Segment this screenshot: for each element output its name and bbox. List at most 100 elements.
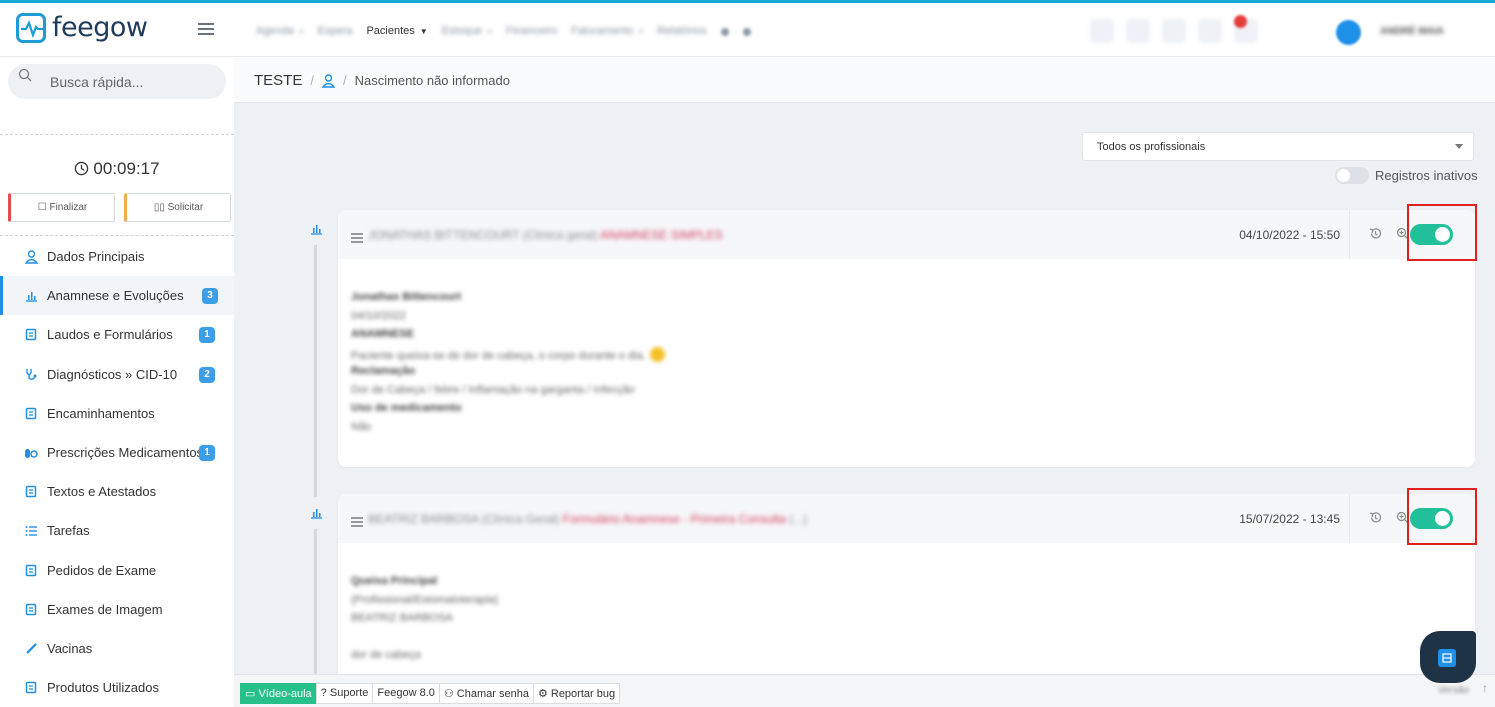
sidebar-item-produtos-utilizados[interactable]: Produtos Utilizados	[0, 668, 234, 707]
chamar-senha-button[interactable]: ⚇ Chamar senha	[438, 683, 534, 704]
tasks-icon	[24, 524, 38, 538]
finalizar-button[interactable]: ☐ Finalizar	[8, 193, 115, 222]
nav-item-5[interactable]: Faturamento ≡	[571, 25, 643, 37]
sidebar-item-vacinas[interactable]: Vacinas	[0, 629, 234, 668]
nav-item-2[interactable]: Pacientes ▼	[366, 25, 427, 37]
count-badge: 2	[199, 366, 215, 383]
settings-icon[interactable]	[720, 28, 729, 36]
reportar-bug-button[interactable]: ⚙ Reportar bug	[532, 683, 621, 704]
record-body-text: Jonathas Bittencourt	[351, 291, 462, 303]
footer-version-link[interactable]: Versão	[1438, 685, 1469, 696]
patient-menu: Dados Principais Anamnese e Evoluções 3 Lau…	[0, 237, 234, 707]
record-body-text: 04/10/2022	[351, 309, 407, 322]
timeline-line	[314, 228, 317, 678]
breadcrumb: TESTE / / Nascimento não informado	[234, 57, 1495, 103]
sidebar-item-pedidos-de-exame[interactable]: Pedidos de Exame	[0, 551, 234, 590]
professional-select-value: Todos os profissionais	[1097, 141, 1206, 153]
search-icon	[18, 68, 32, 82]
sidebar-item-exames-de-imagem[interactable]: Exames de Imagem	[0, 590, 234, 629]
session-timer: 00:09:17	[0, 159, 234, 179]
footer-button-label: Vídeo-aula	[258, 688, 312, 700]
professional-select[interactable]: Todos os profissionais	[1082, 132, 1474, 161]
nav-item-6[interactable]: Relatórios	[657, 25, 707, 37]
record-body-line	[351, 631, 1462, 650]
record-body-line: 04/10/2022	[351, 310, 1462, 329]
record-body-line: Queixa Principal	[351, 575, 1462, 594]
video-aula-button[interactable]: ▭ Vídeo-aula	[240, 683, 317, 704]
search-input[interactable]: Busca rápida...	[8, 64, 226, 99]
sidebar-item-anamnese-e-evolu-es[interactable]: Anamnese e Evoluções 3	[0, 276, 234, 316]
record-body-line: Paciente queixa-se de dor de cabeça, o c…	[351, 346, 1462, 366]
avatar[interactable]	[1336, 20, 1361, 45]
record-body-text: (Profissional/Estomatoterapia)	[351, 593, 499, 606]
sidebar-item-dados-principais[interactable]: Dados Principais	[0, 237, 234, 276]
record-body-text: BEATRIZ BARBOSA	[351, 612, 453, 624]
user-icon[interactable]	[321, 73, 335, 88]
version-button[interactable]: Feegow 8.0	[372, 683, 440, 704]
scroll-top-icon[interactable]: ↑	[1482, 681, 1488, 695]
chat-icon	[1438, 649, 1456, 667]
feegow-logo[interactable]: feegow	[16, 12, 148, 43]
notification-badge	[1234, 15, 1247, 28]
footer-icon: ⚙	[537, 688, 551, 700]
box-icon	[24, 681, 38, 695]
menu-lines-icon[interactable]	[351, 514, 363, 532]
record-card: JONATHAS BITTENCOURT (Clínica geral) ANA…	[338, 204, 1477, 467]
nav-item-3[interactable]: Estoque ≡	[442, 25, 492, 37]
nav-item-label: Pacientes	[366, 25, 415, 37]
notifications-icon[interactable]	[1198, 19, 1222, 43]
suporte-button[interactable]: ? Suporte	[315, 683, 374, 704]
chevron-down-icon: ▼	[419, 27, 428, 36]
toolbar-icon-1[interactable]	[1090, 19, 1114, 43]
finalizar-label: Finalizar	[49, 202, 88, 213]
solicitar-label: Solicitar	[167, 202, 204, 213]
history-icon[interactable]	[1369, 511, 1382, 529]
chevron-down-icon: ≡	[638, 27, 644, 36]
sidebar-item-prescri-es-medicamentos[interactable]: Prescrições Medicamentos 1	[0, 433, 234, 472]
nav-item-label: Relatórios	[657, 25, 707, 37]
sidebar-item-textos-e-atestados[interactable]: Textos e Atestados	[0, 472, 234, 511]
record-title: BEATRIZ BARBOSA (Clínica Geral) Formulár…	[368, 512, 807, 526]
toolbar-icon-3[interactable]	[1162, 19, 1186, 43]
record-form-extra: (...)	[789, 512, 808, 526]
nav-item-0[interactable]: Agenda ≡	[256, 25, 304, 37]
more-icon[interactable]	[742, 28, 751, 36]
record-body-line: BEATRIZ BARBOSA	[351, 612, 1462, 631]
sidebar-item-laudos-e-formul-rios[interactable]: Laudos e Formulários 1	[0, 315, 234, 354]
nav-item-4[interactable]: Financeiro	[506, 25, 557, 37]
record-body-line: Jonathas Bittencourt	[351, 291, 1462, 310]
logo-heartbeat-icon	[16, 12, 46, 43]
sidebar-item-diagn-sticos-cid-10[interactable]: Diagnósticos » CID-10 2	[0, 355, 234, 394]
footer-icon: ▭	[245, 688, 259, 700]
pills-icon	[24, 446, 38, 460]
sidebar-item-tarefas[interactable]: Tarefas	[0, 511, 234, 550]
chevron-down-icon: ≡	[487, 27, 492, 36]
inactive-records-toggle[interactable]	[1335, 167, 1369, 184]
emoji-icon	[649, 346, 665, 362]
chat-widget-button[interactable]	[1420, 631, 1476, 683]
logo-text: feegow	[52, 12, 148, 43]
sidebar-item-encaminhamentos[interactable]: Encaminhamentos	[0, 394, 234, 433]
user-name[interactable]: ANDRÉ MAIA	[1380, 26, 1444, 37]
record-specialty: (Clínica Geral)	[481, 512, 560, 526]
solicitar-button[interactable]: ▯▯ Solicitar	[124, 193, 231, 222]
timeline-chart-icon	[300, 497, 332, 529]
certificate-icon	[24, 485, 38, 499]
image-exam-icon	[24, 602, 38, 616]
record-card: BEATRIZ BARBOSA (Clínica Geral) Formulár…	[338, 488, 1477, 684]
history-icon[interactable]	[1369, 227, 1382, 245]
record-body-text: Uso de medicamento	[351, 402, 462, 414]
toolbar-icon-2[interactable]	[1126, 19, 1150, 43]
sidebar-item-label: Diagnósticos » CID-10	[47, 366, 178, 382]
menu-toggle-icon[interactable]	[198, 23, 214, 36]
patient-name[interactable]: TESTE	[254, 72, 302, 89]
record-body-text: dor de cabeça	[351, 649, 421, 661]
highlight-box	[1407, 204, 1477, 261]
menu-lines-icon[interactable]	[351, 230, 363, 248]
record-body-line: dor de cabeça	[351, 649, 1462, 668]
nav-item-label: Estoque	[441, 25, 483, 37]
count-badge: 3	[202, 288, 218, 305]
nav-item-1[interactable]: Espera	[318, 25, 353, 37]
sidebar-item-label: Prescrições Medicamentos	[47, 445, 204, 461]
footer-button-label: Suporte	[329, 687, 369, 699]
